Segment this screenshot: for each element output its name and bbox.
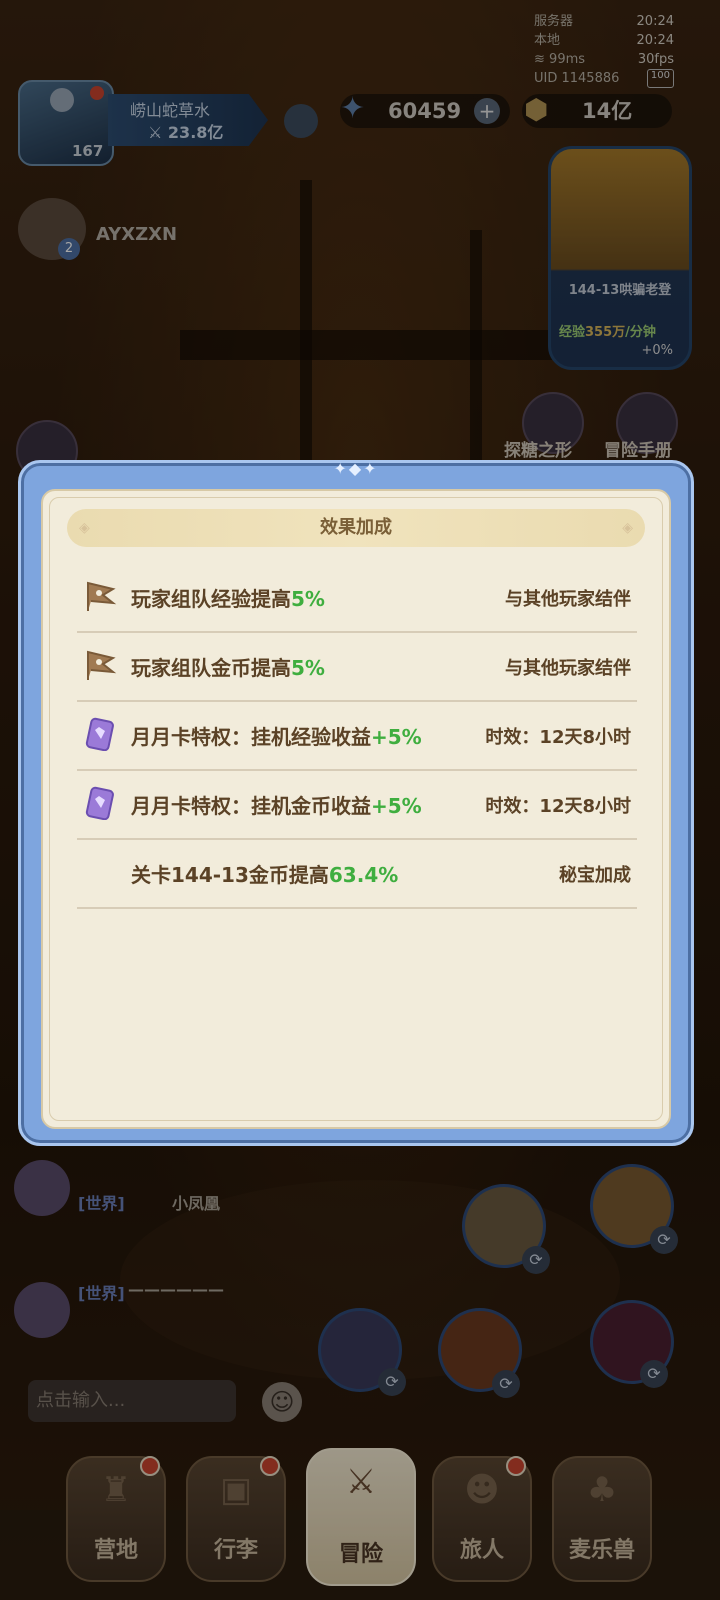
- modal-title-band: ◈ 效果加成 ◈: [67, 509, 645, 547]
- flag-icon: [87, 581, 117, 611]
- bonus-row: 关卡144-13金币提高63.4% 秘宝加成: [77, 839, 637, 909]
- bonus-row: 月月卡特权：挂机金币收益+5% 时效：12天8小时: [77, 770, 637, 840]
- diamond-ornament-icon: ◈: [79, 520, 90, 536]
- bonus-source: 与其他玩家结伴: [505, 589, 631, 610]
- bonus-row: 月月卡特权：挂机经验收益+5% 时效：12天8小时: [77, 701, 637, 771]
- bonus-text: 玩家组队经验提高5%: [131, 587, 325, 611]
- bonus-row: 玩家组队经验提高5% 与其他玩家结伴: [77, 563, 637, 633]
- card-icon: [85, 717, 114, 751]
- bonus-source: 秘宝加成: [559, 865, 631, 886]
- modal-top-ornament: ✦◆✦: [333, 459, 379, 478]
- bonus-source: 时效：12天8小时: [485, 796, 631, 817]
- bonus-source: 时效：12天8小时: [485, 727, 631, 748]
- bonus-effects-modal: ✦◆✦ ◈ 效果加成 ◈ 玩家组队经验提高5% 与其他玩家结伴 玩家组队金币提高…: [18, 459, 694, 1146]
- card-icon: [85, 786, 114, 820]
- modal-body: ◈ 效果加成 ◈ 玩家组队经验提高5% 与其他玩家结伴 玩家组队金币提高5% 与…: [41, 489, 671, 1129]
- diamond-ornament-icon: ◈: [622, 520, 633, 536]
- modal-title: 效果加成: [320, 517, 392, 538]
- bonus-text: 关卡144-13金币提高63.4%: [131, 863, 399, 887]
- flag-icon: [87, 650, 117, 680]
- bonus-text: 月月卡特权：挂机金币收益+5%: [131, 794, 422, 818]
- bonus-text: 月月卡特权：挂机经验收益+5%: [131, 725, 422, 749]
- bonus-source: 与其他玩家结伴: [505, 658, 631, 679]
- bonus-row: 玩家组队金币提高5% 与其他玩家结伴: [77, 632, 637, 702]
- bonus-text: 玩家组队金币提高5%: [131, 656, 325, 680]
